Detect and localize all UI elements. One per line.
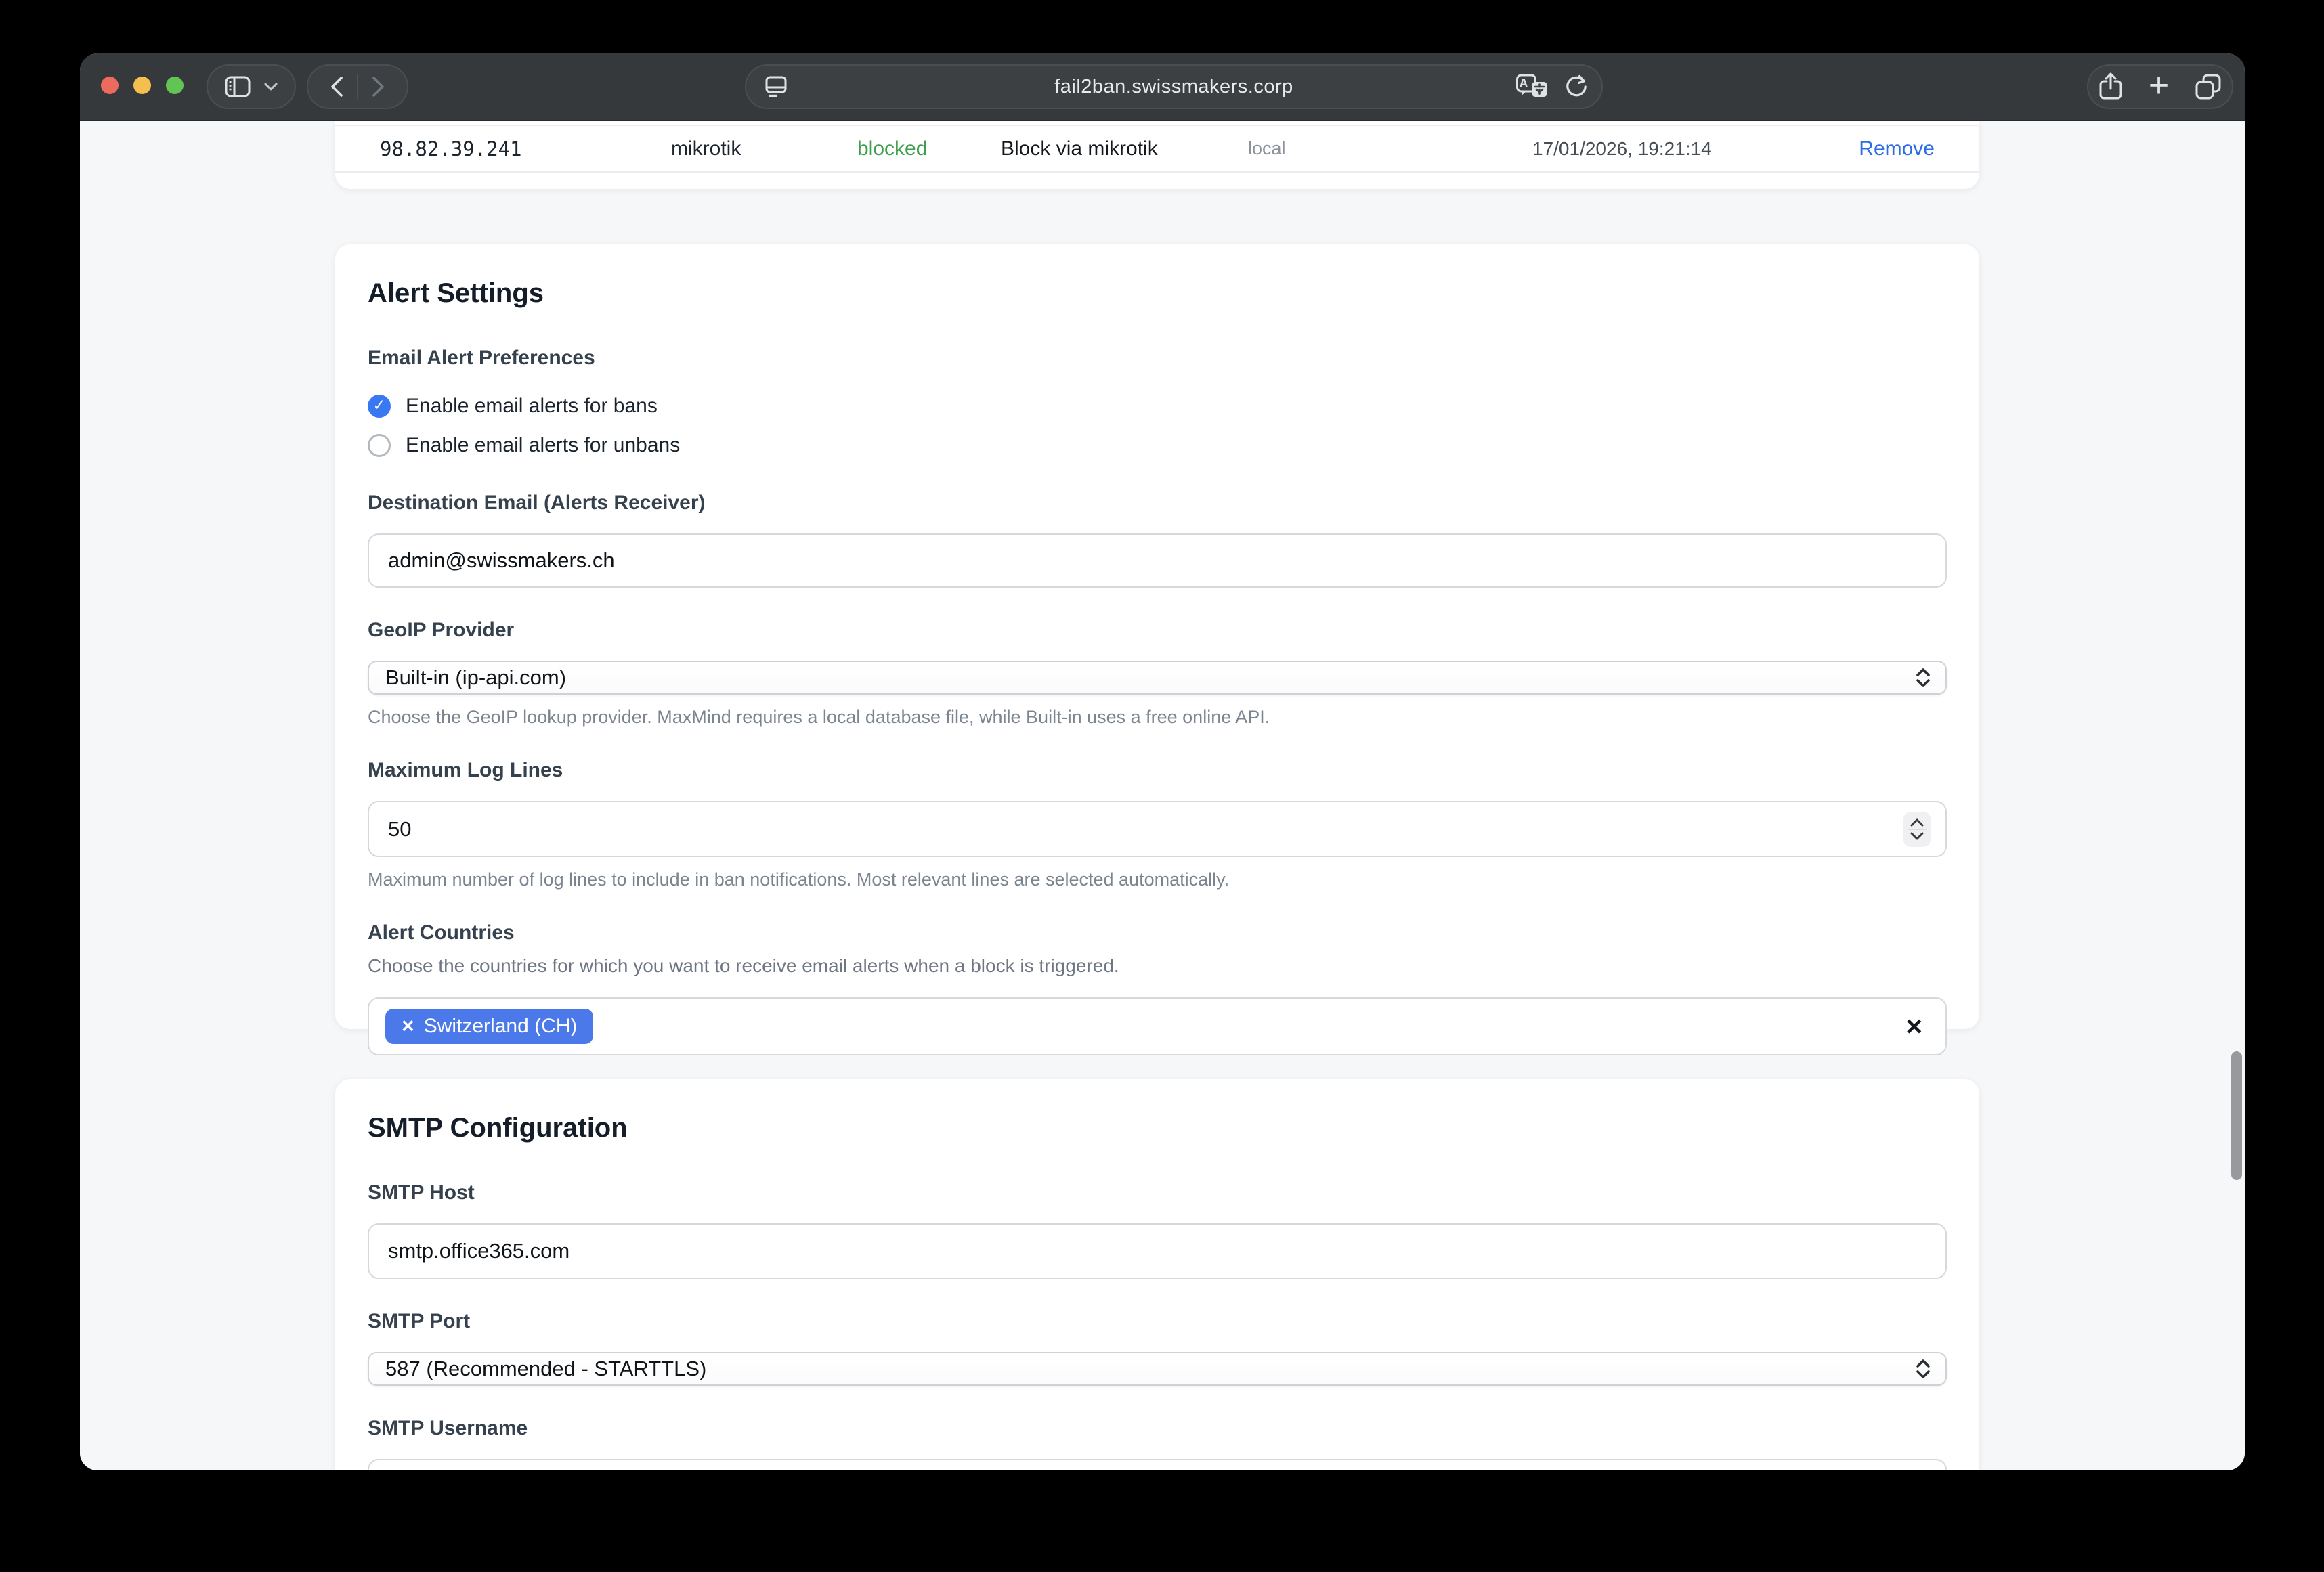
max-log-lines-label: Maximum Log Lines xyxy=(368,759,1947,782)
dest-email-label: Destination Email (Alerts Receiver) xyxy=(368,492,1947,515)
checkbox-row-unbans[interactable]: ✓ Enable email alerts for unbans xyxy=(368,431,1947,460)
smtp-port-label: SMTP Port xyxy=(368,1310,1947,1333)
alert-settings-card: Alert Settings Email Alert Preferences ✓… xyxy=(335,244,1979,1029)
sidebar-toggle-group[interactable] xyxy=(207,64,296,109)
smtp-host-input[interactable] xyxy=(368,1223,1947,1279)
alert-countries-desc: Choose the countries for which you want … xyxy=(368,955,1947,977)
tabs-overview-icon[interactable] xyxy=(2195,73,2222,100)
smtp-port-select[interactable]: 587 (Recommended - STARTTLS) xyxy=(368,1352,1947,1386)
bans-checkbox[interactable]: ✓ xyxy=(368,395,391,418)
bans-checkbox-label: Enable email alerts for bans xyxy=(406,395,658,418)
tag-remove-icon[interactable]: × xyxy=(402,1015,414,1036)
nav-button-group xyxy=(307,64,408,109)
number-stepper[interactable] xyxy=(1903,812,1931,847)
url-text[interactable]: fail2ban.swissmakers.corp xyxy=(1054,76,1293,98)
unbans-checkbox-label: Enable email alerts for unbans xyxy=(406,434,680,457)
country-tag-switzerland[interactable]: × Switzerland (CH) xyxy=(385,1009,593,1044)
browser-toolbar: fail2ban.swissmakers.corp A xyxy=(80,53,2245,121)
country-tag-label: Switzerland (CH) xyxy=(424,1015,578,1038)
email-pref-label: Email Alert Preferences xyxy=(368,347,1947,370)
select-chevrons-icon xyxy=(1914,666,1932,689)
geoip-select-value: Built-in (ip-api.com) xyxy=(385,665,566,690)
row-source: local xyxy=(1248,138,1532,159)
translate-icon[interactable]: A xyxy=(1516,73,1549,100)
max-log-lines-input[interactable] xyxy=(368,801,1947,857)
geoip-label: GeoIP Provider xyxy=(368,619,1947,642)
alert-settings-title: Alert Settings xyxy=(368,244,1947,309)
browser-window: fail2ban.swissmakers.corp A xyxy=(80,53,2245,1470)
minimize-window-button[interactable] xyxy=(133,77,151,94)
row-ip: 98.82.39.241 xyxy=(380,137,671,160)
smtp-port-select-value: 587 (Recommended - STARTTLS) xyxy=(385,1357,706,1381)
sidebar-icon[interactable] xyxy=(225,76,251,97)
zoom-window-button[interactable] xyxy=(166,77,184,94)
page-content: 98.82.39.241 mikrotik blocked Block via … xyxy=(80,121,2245,1470)
smtp-configuration-card: SMTP Configuration SMTP Host SMTP Port 5… xyxy=(335,1079,1979,1470)
share-icon[interactable] xyxy=(2099,72,2123,101)
nav-divider xyxy=(357,74,358,99)
forward-icon[interactable] xyxy=(369,75,387,98)
max-log-lines-help-text: Maximum number of log lines to include i… xyxy=(368,869,1947,890)
url-bar[interactable]: fail2ban.swissmakers.corp A xyxy=(745,64,1603,109)
geoip-help-text: Choose the GeoIP lookup provider. MaxMin… xyxy=(368,707,1947,728)
close-window-button[interactable] xyxy=(101,77,119,94)
alert-countries-multiselect[interactable]: × Switzerland (CH) × xyxy=(368,997,1947,1055)
toolbar-actions-group: + xyxy=(2087,64,2233,109)
alert-countries-label: Alert Countries xyxy=(368,921,1947,944)
row-timestamp: 17/01/2026, 19:21:14 xyxy=(1532,138,1844,160)
row-jail: mikrotik xyxy=(671,137,857,160)
select-chevrons-icon xyxy=(1914,1357,1932,1380)
clear-selection-icon[interactable]: × xyxy=(1906,1012,1922,1041)
smtp-username-input[interactable] xyxy=(368,1459,1947,1470)
smtp-host-label: SMTP Host xyxy=(368,1181,1947,1204)
remove-link[interactable]: Remove xyxy=(1844,137,1935,160)
smtp-title: SMTP Configuration xyxy=(368,1079,1947,1143)
svg-text:A: A xyxy=(1520,77,1528,90)
new-tab-icon[interactable]: + xyxy=(2149,68,2169,103)
page-settings-icon[interactable] xyxy=(764,76,788,97)
back-icon[interactable] xyxy=(328,75,346,98)
checkbox-row-bans[interactable]: ✓ Enable email alerts for bans xyxy=(368,391,1947,421)
unbans-checkbox[interactable]: ✓ xyxy=(368,434,391,457)
dest-email-input[interactable] xyxy=(368,533,1947,588)
blocked-ips-table-card: 98.82.39.241 mikrotik blocked Block via … xyxy=(335,121,1979,189)
row-action: Block via mikrotik xyxy=(1001,137,1248,160)
chevron-down-icon[interactable] xyxy=(264,83,278,91)
scrollbar-thumb[interactable] xyxy=(2231,1051,2242,1180)
smtp-username-label: SMTP Username xyxy=(368,1417,1947,1440)
table-row: 98.82.39.241 mikrotik blocked Block via … xyxy=(335,125,1979,173)
reload-icon[interactable] xyxy=(1564,74,1589,100)
geoip-select[interactable]: Built-in (ip-api.com) xyxy=(368,661,1947,695)
row-status-badge: blocked xyxy=(857,137,1001,160)
